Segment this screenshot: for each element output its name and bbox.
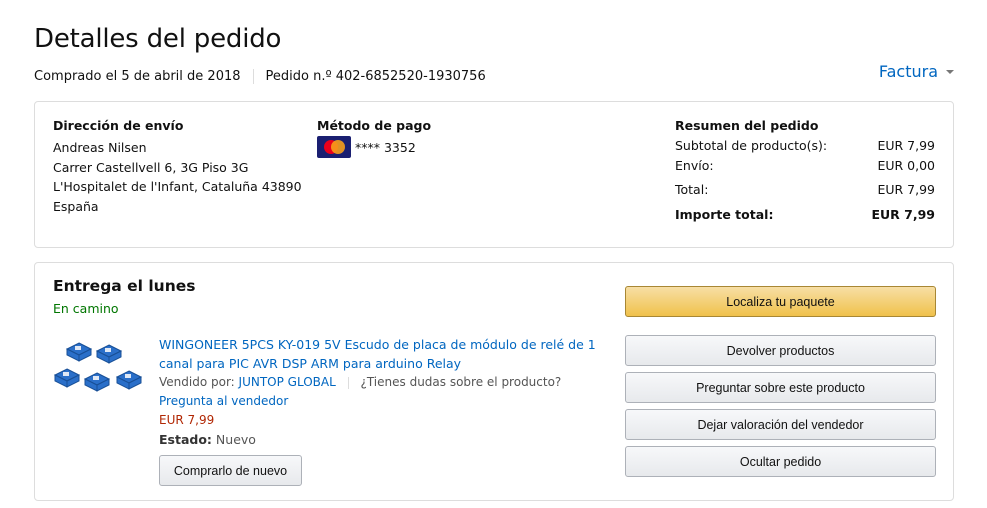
product-details: WINGONEER 5PCS KY-019 5V Escudo de placa… xyxy=(159,335,604,449)
payment-method: Método de pago **** 3352 xyxy=(317,118,431,158)
buy-again-button[interactable]: Comprarlo de nuevo xyxy=(159,455,302,486)
shipping-heading: Dirección de envío xyxy=(53,118,184,133)
summary-value: EUR 7,99 xyxy=(877,138,935,153)
caret-down-icon[interactable] xyxy=(946,69,954,74)
payment-heading: Método de pago xyxy=(317,118,432,133)
divider xyxy=(252,69,254,84)
return-items-button[interactable]: Devolver productos xyxy=(625,335,936,366)
summary-value: EUR 0,00 xyxy=(877,157,935,173)
delivery-heading: Entrega el lunes xyxy=(53,277,196,295)
ask-seller-link[interactable]: Pregunta al vendedor xyxy=(159,394,288,408)
product-title-link[interactable]: WINGONEER 5PCS KY-019 5V Escudo de placa… xyxy=(159,335,604,373)
address-line: L'Hospitalet de l'Infant, Cataluña 43890 xyxy=(53,179,302,194)
delivery-status: En camino xyxy=(53,301,119,316)
sold-by-label: Vendido por: xyxy=(159,375,235,389)
order-summary-box: Dirección de envío Andreas Nilsen Carrer… xyxy=(34,101,954,248)
summary-row-total: Importe total: EUR 7,99 xyxy=(675,205,935,225)
seller-line: Vendido por: JUNTOP GLOBAL ¿Tienes dudas… xyxy=(159,373,604,411)
condition-value: Nuevo xyxy=(215,432,256,447)
address-line: Carrer Castellvell 6, 3G Piso 3G xyxy=(53,159,249,175)
invoice-dropdown[interactable]: Factura xyxy=(879,62,954,81)
summary-label: Subtotal de producto(s): xyxy=(675,138,828,153)
summary-label: Importe total: xyxy=(675,206,774,222)
summary-row: Total: EUR 7,99 xyxy=(675,180,935,200)
leave-seller-feedback-button[interactable]: Dejar valoración del vendedor xyxy=(625,409,936,440)
ask-product-question-button[interactable]: Preguntar sobre este producto xyxy=(625,372,936,403)
card-number: **** 3352 xyxy=(355,139,416,155)
summary-row: Envío: EUR 0,00 xyxy=(675,156,935,176)
address-line: España xyxy=(53,198,99,214)
address-line: Andreas Nilsen xyxy=(53,140,147,155)
track-package-button[interactable]: Localiza tu paquete xyxy=(625,286,936,317)
summary-label: Envío: xyxy=(675,157,714,173)
mastercard-icon xyxy=(317,136,351,158)
invoice-label[interactable]: Factura xyxy=(879,62,938,81)
condition-label: Estado: xyxy=(159,432,212,447)
divider xyxy=(347,376,349,389)
purchase-date: Comprado el 5 de abril de 2018 xyxy=(34,69,241,84)
order-meta: Comprado el 5 de abril de 2018 Pedido n.… xyxy=(34,69,486,84)
product-price: EUR 7,99 xyxy=(159,413,215,427)
summary-value: EUR 7,99 xyxy=(871,206,935,222)
question-text: ¿Tienes dudas sobre el producto? xyxy=(360,375,562,389)
seller-link[interactable]: JUNTOP GLOBAL xyxy=(239,375,336,389)
product-condition: Estado: Nuevo xyxy=(159,430,604,449)
shipment-box: Entrega el lunes En camino WINGONEER 5PC… xyxy=(34,262,954,501)
relay-module-image[interactable] xyxy=(53,339,149,403)
hide-order-button[interactable]: Ocultar pedido xyxy=(625,446,936,477)
product-image[interactable] xyxy=(53,339,149,403)
summary-label: Total: xyxy=(675,182,709,197)
page-title: Detalles del pedido xyxy=(34,24,282,54)
summary-row: Subtotal de producto(s): EUR 7,99 xyxy=(675,136,935,156)
summary-value: EUR 7,99 xyxy=(877,182,935,197)
summary-heading: Resumen del pedido xyxy=(675,118,819,133)
order-number: Pedido n.º 402-6852520-1930756 xyxy=(265,69,486,84)
shipping-address: Dirección de envío Andreas Nilsen Carrer… xyxy=(53,118,302,216)
order-summary: Resumen del pedido Subtotal de producto(… xyxy=(675,118,935,224)
